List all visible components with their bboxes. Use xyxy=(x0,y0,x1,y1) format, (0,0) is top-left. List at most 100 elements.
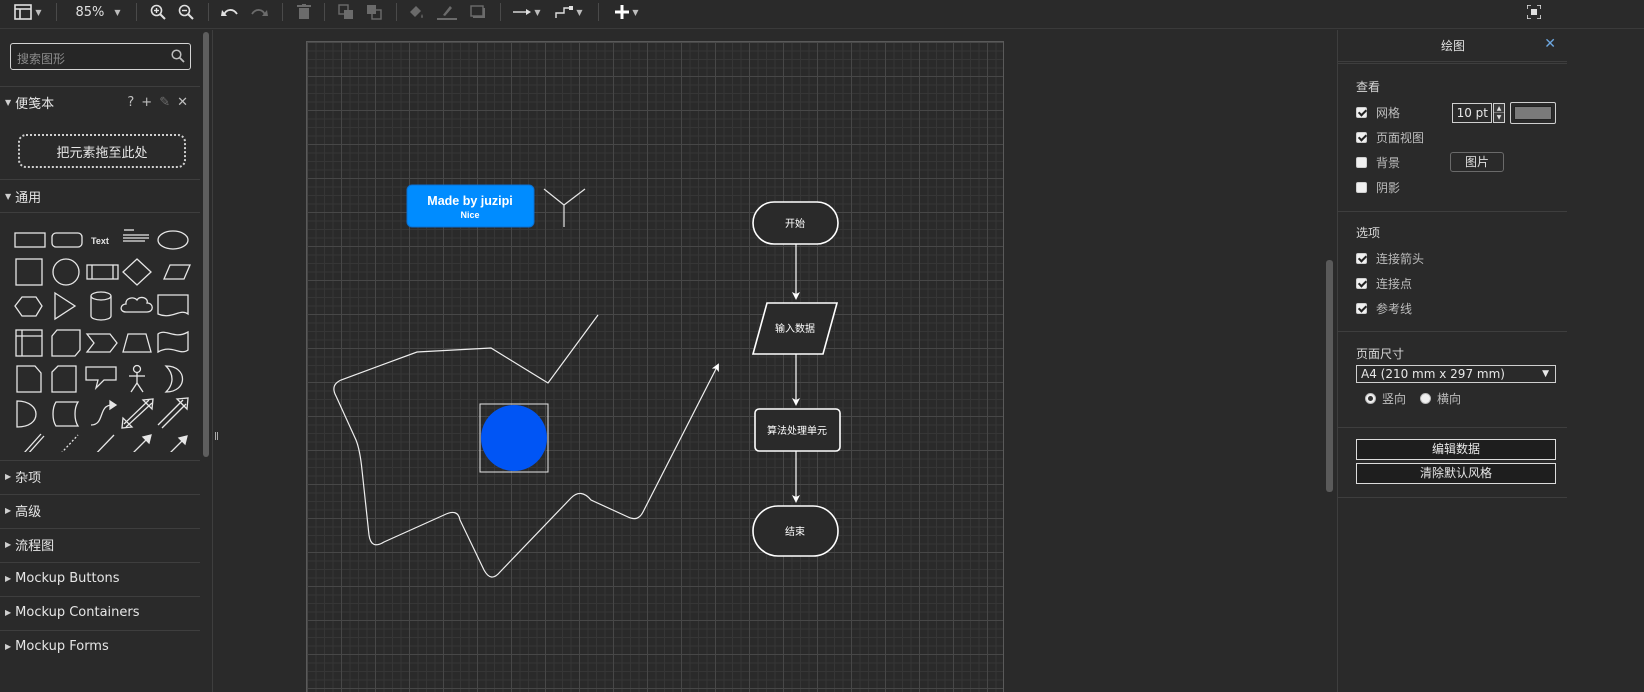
landscape-label: 横向 xyxy=(1437,392,1462,406)
grid-size-input[interactable]: 10 pt xyxy=(1452,103,1492,123)
made-by-badge[interactable]: Made by juzipi Nice xyxy=(406,184,535,228)
expanded-triangle-icon: ▼ xyxy=(5,191,12,201)
insert-icon xyxy=(615,5,630,19)
scratchpad-drop-zone[interactable]: 把元素拖至此处 xyxy=(18,134,186,168)
section-advanced[interactable]: ▶ 高级 xyxy=(0,494,200,526)
section-general[interactable]: ▼ 通用 xyxy=(0,179,200,213)
panel-title-bar: 绘图 ✕ xyxy=(1338,30,1568,62)
collapsed-triangle-icon: ▶ xyxy=(5,506,12,515)
section-misc[interactable]: ▶ 杂项 xyxy=(0,460,200,492)
input-node[interactable]: 输入数据 xyxy=(751,302,839,355)
start-node[interactable]: 开始 xyxy=(752,201,839,245)
zoom-out-icon xyxy=(178,4,194,20)
step-shape xyxy=(85,333,118,353)
delay-shape xyxy=(16,400,37,428)
close-icon[interactable]: ✕ xyxy=(1544,36,1556,52)
input-label: 输入数据 xyxy=(775,322,815,335)
layout-button[interactable]: ▼ xyxy=(10,0,46,24)
section-mockup-buttons[interactable]: ▶ Mockup Buttons xyxy=(0,562,200,594)
guides-checkbox[interactable]: 参考线 xyxy=(1356,300,1412,316)
page-view-checkbox[interactable]: 页面视图 xyxy=(1356,129,1424,145)
double-line-shape xyxy=(24,433,45,452)
shadow-checkbox[interactable]: 阴影 xyxy=(1356,179,1400,195)
sidebar-scrollbar[interactable] xyxy=(203,32,209,457)
process-node[interactable]: 算法处理单元 xyxy=(754,408,841,452)
connection-arrows-label: 连接箭头 xyxy=(1376,251,1425,266)
diagram-canvas[interactable]: Made by juzipi Nice 开始 输入数据 算法处理单元 结束 xyxy=(226,30,1326,692)
checkbox-checked[interactable] xyxy=(1356,131,1367,143)
paper-size-heading: 页面尺寸 xyxy=(1356,347,1405,361)
section-flowchart[interactable]: ▶ 流程图 xyxy=(0,528,200,560)
arrow-shape xyxy=(157,397,189,429)
connection-arrows-checkbox[interactable]: 连接箭头 xyxy=(1356,250,1424,266)
checkbox-checked[interactable] xyxy=(1356,277,1367,289)
redo-button[interactable] xyxy=(249,0,269,24)
landscape-radio[interactable] xyxy=(1420,393,1432,404)
delete-button[interactable] xyxy=(294,0,314,24)
background-image-button[interactable]: 图片 xyxy=(1450,152,1504,172)
close-icon[interactable]: ✕ xyxy=(177,95,188,110)
checkbox-checked[interactable] xyxy=(1356,252,1367,264)
search-icon[interactable] xyxy=(171,49,185,63)
bidirectional-arrow-shape xyxy=(121,398,154,429)
edit-icon[interactable]: ✎ xyxy=(159,95,170,110)
canvas-scrollbar[interactable] xyxy=(1326,260,1333,492)
end-label: 结束 xyxy=(785,525,805,538)
section-scratchpad[interactable]: ▼ 便笺本 ? + ✎ ✕ xyxy=(0,86,200,118)
section-mockup-forms[interactable]: ▶ Mockup Forms xyxy=(0,630,200,662)
paper-size-select[interactable]: A4 (210 mm x 297 mm) ▼ xyxy=(1356,365,1556,383)
stepper-down-icon[interactable]: ▼ xyxy=(1494,113,1504,122)
grid-size-stepper[interactable]: ▲ ▼ xyxy=(1493,103,1505,123)
connection-points-checkbox[interactable]: 连接点 xyxy=(1356,275,1412,291)
add-icon[interactable]: + xyxy=(141,95,152,110)
section-title: Mockup Forms xyxy=(15,639,109,654)
edit-data-button[interactable]: 编辑数据 xyxy=(1356,439,1556,460)
shape-sidebar: 搜索图形 ▼ 便笺本 ? + ✎ ✕ 把元素拖至此处 ▼ 通用 Text ▶ 杂… xyxy=(0,30,200,692)
to-front-button[interactable] xyxy=(336,0,356,24)
paper-size-value: A4 (210 mm x 297 mm) xyxy=(1361,367,1505,381)
parallelogram-shape xyxy=(163,264,191,280)
stepper-up-icon[interactable]: ▲ xyxy=(1494,104,1504,113)
zoom-out-button[interactable] xyxy=(176,0,196,24)
insert-button[interactable]: ▼ xyxy=(610,0,644,24)
splitter-handle[interactable] xyxy=(215,432,218,440)
flowchart: 开始 输入数据 算法处理单元 结束 xyxy=(751,201,841,557)
section-title: 通用 xyxy=(15,190,42,206)
checkbox-checked[interactable] xyxy=(1356,302,1367,314)
curved-arrow-head xyxy=(109,399,118,411)
search-input[interactable]: 搜索图形 xyxy=(10,43,191,70)
clear-default-style-button[interactable]: 清除默认风格 xyxy=(1356,463,1556,484)
grid-color-button[interactable] xyxy=(1510,102,1556,124)
collapsed-triangle-icon: ▶ xyxy=(5,540,12,549)
checkbox-checked[interactable] xyxy=(1356,106,1367,118)
fullscreen-button[interactable] xyxy=(1524,0,1544,24)
waypoints-button[interactable]: ▼ xyxy=(552,0,586,24)
zoom-select[interactable]: 85% ▼ xyxy=(70,0,126,24)
or-shape xyxy=(164,365,183,393)
portrait-radio[interactable] xyxy=(1365,393,1376,404)
background-checkbox[interactable]: 背景 xyxy=(1356,154,1400,170)
heading-shape xyxy=(123,229,149,242)
checkbox-unchecked[interactable] xyxy=(1356,181,1367,193)
to-back-button[interactable] xyxy=(364,0,384,24)
selected-circle[interactable] xyxy=(479,403,549,473)
help-icon[interactable]: ? xyxy=(127,95,134,110)
section-mockup-containers[interactable]: ▶ Mockup Containers xyxy=(0,596,200,628)
portrait-label: 竖向 xyxy=(1382,392,1407,406)
badge-title: Made by juzipi xyxy=(427,194,512,208)
end-node[interactable]: 结束 xyxy=(752,505,839,557)
connection-style-button[interactable]: ▼ xyxy=(510,0,544,24)
document-shape xyxy=(157,294,189,317)
line-color-button[interactable] xyxy=(436,0,458,24)
checkbox-unchecked[interactable] xyxy=(1356,156,1367,168)
fill-color-button[interactable] xyxy=(406,0,426,24)
grid-checkbox[interactable]: 网格 xyxy=(1356,104,1400,120)
cloud-shape xyxy=(120,296,153,313)
undo-button[interactable] xyxy=(220,0,240,24)
shadow-button[interactable] xyxy=(468,0,488,24)
grid-label: 网格 xyxy=(1376,105,1401,120)
internal-storage-shape xyxy=(15,329,43,357)
zoom-in-button[interactable] xyxy=(148,0,168,24)
format-panel: 绘图 ✕ 查看 网格 10 pt ▲ ▼ 页面视图 背景 图片 阴影 选项 连接箭… xyxy=(1337,30,1568,692)
antenna-shape[interactable] xyxy=(543,188,586,227)
